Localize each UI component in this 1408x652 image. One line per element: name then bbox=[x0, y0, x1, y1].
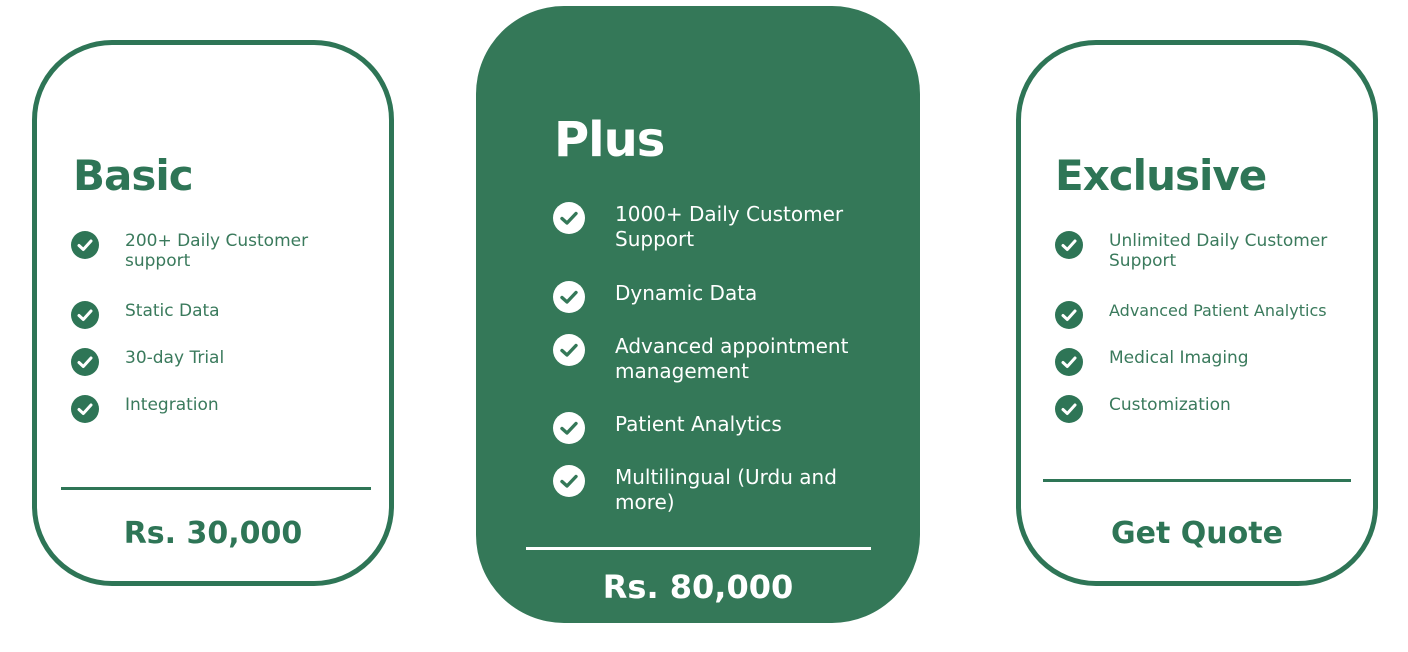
list-item: Static Data bbox=[71, 301, 371, 329]
list-item: Multilingual (Urdu and more) bbox=[553, 465, 863, 517]
feature-text: Advanced appointment management bbox=[615, 334, 849, 383]
list-item: Advanced appointment management bbox=[553, 334, 863, 386]
feature-list: 1000+ Daily Customer Support Dynamic Dat… bbox=[553, 202, 863, 532]
check-circle-icon bbox=[553, 465, 585, 497]
feature-text: Customization bbox=[1109, 395, 1231, 415]
divider bbox=[1043, 479, 1351, 482]
divider bbox=[526, 547, 871, 550]
divider bbox=[61, 487, 371, 490]
check-circle-icon bbox=[553, 202, 585, 234]
list-item: Unlimited Daily Customer Support bbox=[1055, 231, 1365, 279]
feature-list: Unlimited Daily Customer Support Advance… bbox=[1055, 231, 1365, 441]
feature-text: Static Data bbox=[125, 301, 220, 321]
plan-title: Plus bbox=[554, 112, 665, 168]
plan-card-basic[interactable]: Basic 200+ Daily Customer support Static… bbox=[32, 40, 394, 586]
list-item: 1000+ Daily Customer Support bbox=[553, 202, 863, 254]
list-item: Integration bbox=[71, 395, 371, 423]
list-item: 30-day Trial bbox=[71, 348, 371, 376]
plan-card-plus[interactable]: Plus 1000+ Daily Customer Support Dynami… bbox=[476, 6, 920, 623]
check-circle-icon bbox=[1055, 231, 1083, 259]
feature-text: Medical Imaging bbox=[1109, 348, 1249, 368]
check-circle-icon bbox=[71, 395, 99, 423]
feature-text: 1000+ Daily Customer Support bbox=[615, 202, 844, 251]
feature-text: Integration bbox=[125, 395, 219, 415]
list-item: Customization bbox=[1055, 395, 1365, 423]
list-item: Medical Imaging bbox=[1055, 348, 1365, 376]
check-circle-icon bbox=[553, 334, 585, 366]
list-item: Advanced Patient Analytics bbox=[1055, 301, 1365, 329]
feature-text: Advanced Patient Analytics bbox=[1109, 301, 1327, 320]
check-circle-icon bbox=[1055, 395, 1083, 423]
feature-list: 200+ Daily Customer support Static Data … bbox=[71, 231, 371, 441]
check-circle-icon bbox=[71, 301, 99, 329]
list-item: Dynamic Data bbox=[553, 281, 863, 313]
plan-price: Rs. 30,000 bbox=[123, 516, 303, 551]
list-item: Patient Analytics bbox=[553, 412, 863, 444]
check-circle-icon bbox=[553, 281, 585, 313]
check-circle-icon bbox=[71, 231, 99, 259]
check-circle-icon bbox=[553, 412, 585, 444]
feature-text: Multilingual (Urdu and more) bbox=[615, 465, 837, 514]
feature-text: Dynamic Data bbox=[615, 281, 758, 305]
feature-text: 30-day Trial bbox=[125, 348, 225, 368]
list-item: 200+ Daily Customer support bbox=[71, 231, 371, 279]
plan-title: Basic bbox=[73, 151, 194, 200]
plan-title: Exclusive bbox=[1055, 151, 1267, 200]
feature-text: Patient Analytics bbox=[615, 412, 782, 436]
get-quote-button[interactable]: Get Quote bbox=[1021, 519, 1373, 549]
check-circle-icon bbox=[71, 348, 99, 376]
check-circle-icon bbox=[1055, 348, 1083, 376]
plan-card-exclusive[interactable]: Exclusive Unlimited Daily Customer Suppo… bbox=[1016, 40, 1378, 586]
feature-text: 200+ Daily Customer support bbox=[125, 231, 309, 272]
check-circle-icon bbox=[1055, 301, 1083, 329]
plan-price: Rs. 80,000 bbox=[602, 568, 794, 606]
feature-text: Unlimited Daily Customer Support bbox=[1109, 231, 1328, 272]
